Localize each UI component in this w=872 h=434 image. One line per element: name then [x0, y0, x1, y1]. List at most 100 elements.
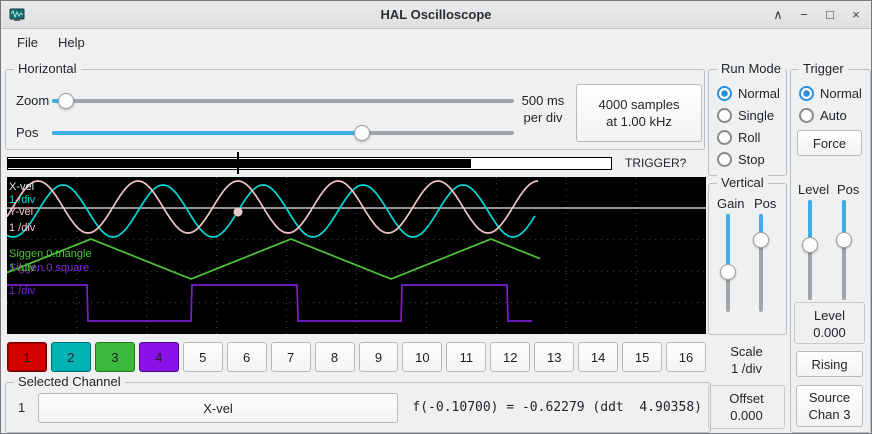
trigger-level-handle[interactable]	[802, 237, 818, 253]
trigger-level-panel-value: 0.000	[795, 324, 864, 341]
trigger-auto-radio[interactable]: Auto	[799, 108, 847, 123]
pos-slider-handle[interactable]	[354, 125, 370, 141]
radio-label: Roll	[738, 130, 760, 145]
gain-slider[interactable]	[719, 214, 737, 312]
channel-value-readout: f(-0.10700) = -0.62279 (ddt 4.90358)	[412, 400, 702, 415]
radio-label: Stop	[738, 152, 765, 167]
vertical-pos-handle[interactable]	[753, 232, 769, 248]
window-title: HAL Oscilloscope	[1, 7, 871, 22]
radio-icon	[717, 152, 732, 167]
channel-button-14[interactable]: 14	[578, 342, 618, 372]
gain-label: Gain	[717, 196, 744, 211]
scope-channel-label: Y-vel	[9, 206, 33, 218]
scale-label: Scale	[708, 343, 785, 360]
vertical-title: Vertical	[717, 175, 768, 190]
scope-channel-label: 1 /div	[9, 222, 35, 234]
trigger-title: Trigger	[799, 61, 848, 76]
shade-icon[interactable]: ∧	[769, 5, 787, 24]
record-trigger-marker	[237, 152, 239, 174]
channel-button-3[interactable]: 3	[95, 342, 135, 372]
app-window: HAL Oscilloscope ∧ − □ × File Help Horiz…	[0, 0, 872, 434]
radio-icon	[717, 130, 732, 145]
titlebar: HAL Oscilloscope ∧ − □ ×	[1, 1, 871, 29]
trigger-source-line1: Source	[809, 389, 851, 406]
scope-labels: X-vel1 /divY-vel1 /divSiggen.0.triangleS…	[7, 177, 706, 334]
force-button[interactable]: Force	[797, 130, 862, 156]
gain-slider-handle[interactable]	[720, 264, 736, 280]
run-mode-title: Run Mode	[717, 61, 785, 76]
record-fill-bar	[7, 159, 471, 168]
menu-help[interactable]: Help	[48, 32, 95, 53]
runmode-single-radio[interactable]: Single	[717, 108, 774, 123]
radio-label: Normal	[738, 86, 780, 101]
channel-button-7[interactable]: 7	[271, 342, 311, 372]
channel-button-16[interactable]: 16	[666, 342, 706, 372]
scope-channel-label: 1 /div	[9, 262, 35, 274]
selected-channel-title: Selected Channel	[14, 374, 125, 389]
samples-button[interactable]: 4000 samples at 1.00 kHz	[576, 84, 702, 142]
pos-slider-fill	[52, 131, 362, 135]
scale-value: 1 /div	[708, 360, 785, 377]
scope-display: X-vel1 /divY-vel1 /divSiggen.0.triangleS…	[7, 177, 706, 334]
trigger-pos-handle[interactable]	[836, 232, 852, 248]
trigger-level-panel: Level 0.000	[794, 302, 865, 344]
trigger-normal-radio[interactable]: Normal	[799, 86, 862, 101]
trigger-edge-button[interactable]: Rising	[796, 351, 863, 377]
vertical-pos-slider[interactable]	[752, 214, 770, 312]
channel-button-8[interactable]: 8	[315, 342, 355, 372]
channel-button-11[interactable]: 11	[446, 342, 486, 372]
horizontal-pos-slider[interactable]	[52, 124, 514, 142]
channel-button-10[interactable]: 10	[402, 342, 442, 372]
channel-button-2[interactable]: 2	[51, 342, 91, 372]
trigger-level-slider[interactable]	[801, 200, 819, 300]
channel-button-4[interactable]: 4	[139, 342, 179, 372]
selected-channel-number: 1	[18, 400, 25, 415]
offset-value: 0.000	[709, 407, 784, 424]
channel-button-6[interactable]: 6	[227, 342, 267, 372]
samples-line2: at 1.00 kHz	[599, 113, 680, 130]
zoom-slider[interactable]	[52, 92, 514, 110]
selected-channel-name-button[interactable]: X-vel	[38, 393, 398, 423]
scope-channel-label: 1 /div	[9, 194, 35, 206]
radio-icon	[799, 108, 814, 123]
zoom-slider-handle[interactable]	[58, 93, 74, 109]
radio-icon	[717, 86, 732, 101]
rate-line1: 500 ms	[512, 92, 574, 109]
zoom-slider-groove	[52, 99, 514, 103]
runmode-roll-radio[interactable]: Roll	[717, 130, 760, 145]
radio-icon	[799, 86, 814, 101]
radio-label: Normal	[820, 86, 862, 101]
zoom-label: Zoom	[16, 93, 49, 108]
trigger-pos-slider[interactable]	[835, 200, 853, 300]
trigger-source-button[interactable]: Source Chan 3	[796, 385, 863, 427]
channel-button-12[interactable]: 12	[490, 342, 530, 372]
channel-button-15[interactable]: 15	[622, 342, 662, 372]
minimize-icon[interactable]: −	[795, 5, 813, 24]
maximize-icon[interactable]: □	[821, 5, 839, 24]
scope-channel-label: 1 /div	[9, 285, 35, 297]
scale-readout: Scale 1 /div	[708, 343, 785, 377]
runmode-normal-radio[interactable]: Normal	[717, 86, 780, 101]
trigger-level-panel-label: Level	[795, 307, 864, 324]
close-icon[interactable]: ×	[847, 5, 865, 24]
menu-file[interactable]: File	[7, 32, 48, 53]
offset-panel: Offset 0.000	[708, 385, 785, 429]
channel-buttons: 12345678910111213141516	[7, 342, 706, 372]
sample-rate-label: 500 ms per div	[512, 92, 574, 126]
radio-label: Single	[738, 108, 774, 123]
channel-button-1[interactable]: 1	[7, 342, 47, 372]
vertical-pos-label: Pos	[754, 196, 776, 211]
channel-button-13[interactable]: 13	[534, 342, 574, 372]
runmode-stop-radio[interactable]: Stop	[717, 152, 765, 167]
trigger-group: Trigger Normal Auto Force Level Pos Leve…	[790, 69, 871, 433]
offset-label: Offset	[709, 390, 784, 407]
channel-button-5[interactable]: 5	[183, 342, 223, 372]
radio-label: Auto	[820, 108, 847, 123]
pos-label: Pos	[16, 125, 38, 140]
trigger-source-line2: Chan 3	[809, 406, 851, 423]
channel-button-9[interactable]: 9	[359, 342, 399, 372]
trigger-pos-label: Pos	[837, 182, 859, 197]
run-mode-group: Run Mode Normal Single Roll Stop	[708, 69, 787, 176]
rate-line2: per div	[512, 109, 574, 126]
scope-channel-label: Siggen.0.triangle	[9, 248, 92, 260]
